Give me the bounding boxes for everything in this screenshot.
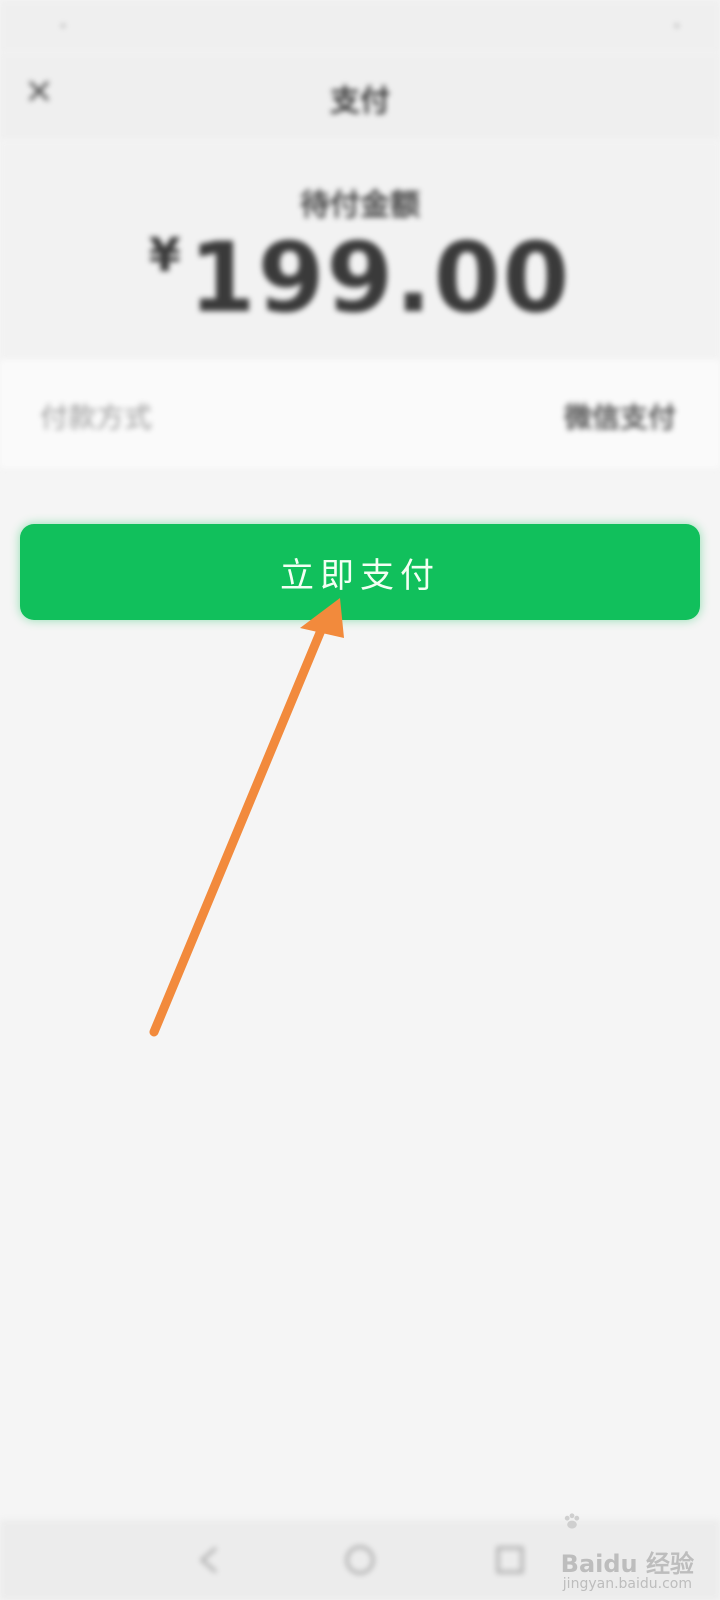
amount-section: 待付金额 ¥199.00 (0, 140, 720, 360)
nav-bar: 支付 (0, 52, 720, 140)
payment-method-row[interactable]: 付款方式 微信支付 (0, 360, 720, 468)
amount-label: 待付金额 (300, 188, 420, 223)
back-icon[interactable] (190, 1540, 230, 1580)
watermark-url: jingyan.baidu.com (562, 1576, 692, 1592)
amount-number: 199.00 (188, 222, 572, 334)
page-title: 支付 (330, 84, 390, 119)
home-icon[interactable] (340, 1540, 380, 1580)
watermark-jingyan: 经验 (646, 1550, 694, 1578)
pay-now-button[interactable]: 立即支付 (20, 524, 700, 620)
currency-symbol: ¥ (148, 228, 183, 282)
payment-method-label: 付款方式 (40, 401, 153, 434)
watermark-logo: Baidu (560, 1550, 638, 1578)
amount-value: ¥199.00 (0, 222, 720, 334)
payment-method-value: 微信支付 (563, 401, 676, 434)
status-right: · (673, 14, 680, 38)
recent-icon[interactable] (490, 1540, 530, 1580)
baidu-paw-logo-icon (564, 1513, 580, 1529)
status-bar: · · (0, 0, 720, 52)
status-left: · (60, 14, 67, 38)
watermark-text: Baidu 经验 (561, 1544, 694, 1579)
